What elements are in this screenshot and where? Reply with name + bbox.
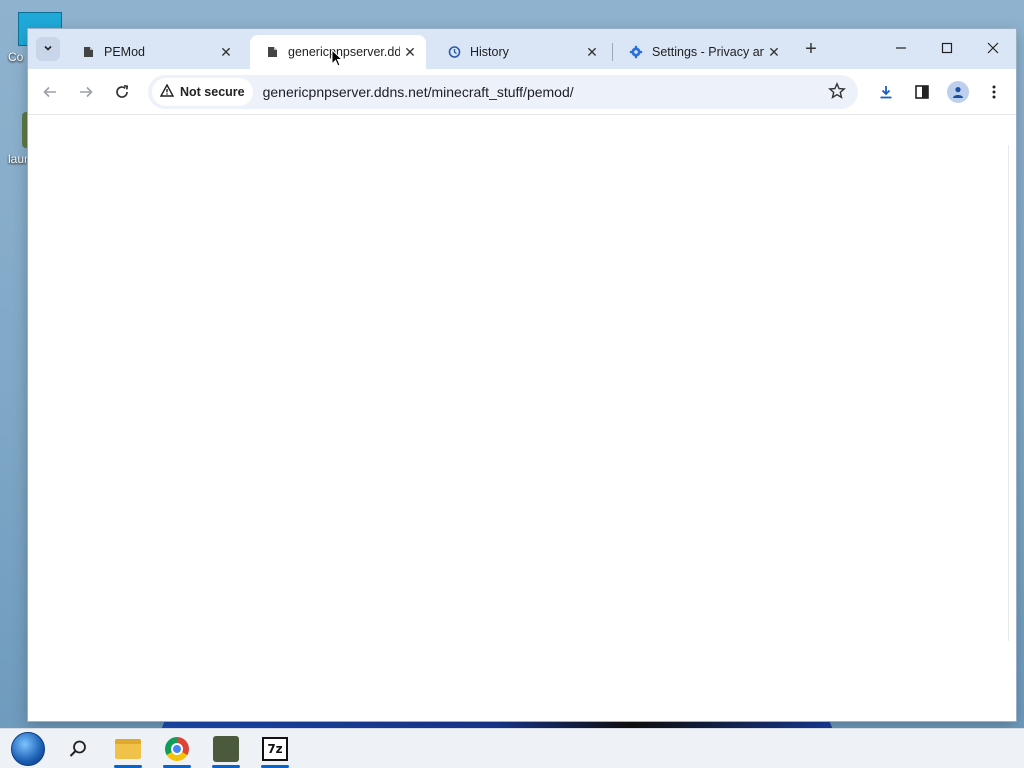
more-vert-icon: [992, 85, 996, 99]
cursor-icon: [331, 48, 344, 67]
download-icon: [880, 86, 892, 99]
tab-history[interactable]: History ✕: [432, 35, 608, 69]
security-label: Not secure: [180, 85, 245, 99]
close-window-button[interactable]: [970, 29, 1016, 67]
arrow-right-icon: [80, 86, 93, 97]
start-button[interactable]: [8, 732, 48, 766]
back-button[interactable]: [32, 74, 68, 110]
arrow-left-icon: [43, 86, 56, 97]
downloads-button[interactable]: [868, 74, 904, 110]
scrollbar[interactable]: [1008, 145, 1016, 641]
chrome-icon: [165, 737, 189, 761]
menu-button[interactable]: [976, 74, 1012, 110]
minecraft-launcher-icon: [213, 736, 239, 762]
page-icon: [80, 44, 96, 60]
minimize-button[interactable]: [878, 29, 924, 67]
search-icon: [69, 740, 86, 757]
page-icon: [264, 44, 280, 60]
tab-search-button[interactable]: [36, 37, 60, 61]
browser-window: PEMod ✕ genericpnpserver.dd ✕ History ✕ …: [28, 29, 1016, 721]
close-icon[interactable]: ✕: [216, 42, 236, 62]
7zip-icon: 7z: [262, 737, 288, 761]
security-chip[interactable]: Not secure: [152, 78, 253, 106]
forward-button[interactable]: [68, 74, 104, 110]
taskbar-search-button[interactable]: [58, 733, 98, 765]
close-icon: [987, 42, 999, 54]
close-icon[interactable]: ✕: [582, 42, 602, 62]
warning-icon: [159, 83, 175, 100]
reload-icon: [116, 84, 129, 98]
toolbar: Not secure genericpnpserver.ddns.net/min…: [28, 69, 1016, 115]
chevron-down-icon: [43, 43, 53, 56]
taskbar: 7z: [0, 728, 1024, 768]
side-panel-icon: [915, 85, 929, 99]
maximize-icon: [941, 42, 953, 54]
tab-separator: [612, 43, 613, 61]
reload-button[interactable]: [104, 74, 140, 110]
profile-button[interactable]: [940, 74, 976, 110]
star-icon[interactable]: [828, 82, 846, 105]
windows-logo-icon: [11, 732, 45, 766]
folder-icon: [115, 739, 141, 759]
page-content[interactable]: [28, 115, 1016, 721]
close-icon[interactable]: ✕: [400, 42, 420, 62]
tab-title: History: [470, 45, 509, 59]
tab-title: Settings - Privacy an: [652, 45, 764, 59]
tab-strip: PEMod ✕ genericpnpserver.dd ✕ History ✕ …: [28, 29, 1016, 69]
new-tab-button[interactable]: +: [800, 39, 822, 61]
toolbar-actions: [868, 74, 1012, 110]
address-bar[interactable]: Not secure genericpnpserver.ddns.net/min…: [148, 75, 858, 109]
tab-settings[interactable]: Settings - Privacy an ✕: [614, 35, 790, 69]
tab-title: PEMod: [104, 45, 145, 59]
side-panel-button[interactable]: [904, 74, 940, 110]
tab-pemod[interactable]: PEMod ✕: [66, 35, 242, 69]
avatar: [947, 81, 969, 103]
gear-icon: [628, 44, 644, 60]
minimize-icon: [896, 47, 906, 49]
taskbar-file-explorer[interactable]: [108, 733, 148, 768]
taskbar-minecraft-launcher[interactable]: [206, 733, 246, 768]
taskbar-chrome[interactable]: [157, 733, 197, 768]
close-icon[interactable]: ✕: [764, 42, 784, 62]
taskbar-7zip[interactable]: 7z: [255, 733, 295, 768]
person-icon: [953, 87, 963, 98]
history-icon: [446, 44, 462, 60]
maximize-button[interactable]: [924, 29, 970, 67]
url-text[interactable]: genericpnpserver.ddns.net/minecraft_stuf…: [263, 84, 574, 100]
